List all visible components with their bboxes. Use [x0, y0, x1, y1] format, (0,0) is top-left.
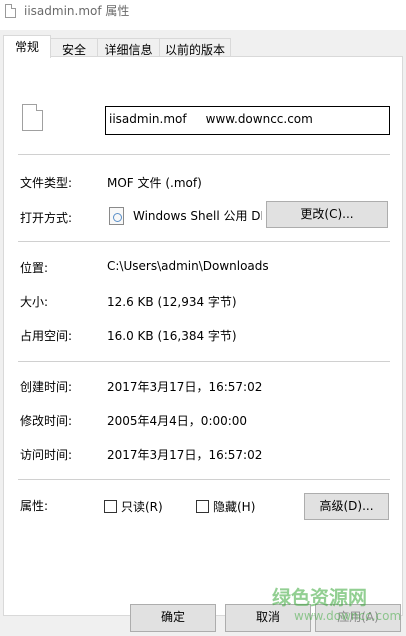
- hidden-label[interactable]: 隐藏(H): [213, 498, 255, 515]
- created-value: 2017年3月17日，16:57:02: [107, 380, 263, 394]
- app-icon: [109, 207, 124, 225]
- readonly-checkbox[interactable]: [104, 500, 117, 513]
- separator: [18, 154, 390, 155]
- size-on-disk-label: 占用空间:: [20, 329, 73, 343]
- general-panel: iisadmin.mof www.downcc.com 文件类型: MOF 文件…: [3, 56, 403, 616]
- file-icon: [5, 4, 16, 18]
- advanced-button[interactable]: 高级(D)...: [304, 493, 389, 520]
- file-name-field[interactable]: iisadmin.mof www.downcc.com: [105, 106, 390, 135]
- location-label: 位置:: [20, 261, 49, 275]
- readonly-label[interactable]: 只读(R): [121, 498, 163, 515]
- opens-with-label: 打开方式:: [20, 211, 73, 225]
- change-button[interactable]: 更改(C)...: [266, 201, 388, 228]
- accessed-label: 访问时间:: [20, 448, 73, 462]
- accessed-value: 2017年3月17日，16:57:02: [107, 448, 263, 462]
- tab-details[interactable]: 详细信息: [97, 38, 160, 57]
- modified-label: 修改时间:: [20, 414, 73, 428]
- size-on-disk-value: 16.0 KB (16,384 字节): [107, 329, 237, 343]
- created-label: 创建时间:: [20, 380, 73, 394]
- watermark-url: www.downcc.com: [294, 609, 402, 623]
- separator: [18, 479, 390, 480]
- dialog-body: 常规 安全 详细信息 以前的版本 iisadmin.mof www.downcc…: [0, 30, 406, 636]
- document-icon: [22, 104, 43, 131]
- title-bar: iisadmin.mof 属性: [0, 0, 406, 30]
- file-type-value: MOF 文件 (.mof): [107, 176, 202, 190]
- opens-with-value: Windows Shell 公用 DLL: [133, 209, 262, 223]
- attributes-label: 属性:: [20, 499, 49, 513]
- location-value: C:\Users\admin\Downloads: [107, 259, 269, 273]
- size-label: 大小:: [20, 295, 49, 309]
- tab-security[interactable]: 安全: [50, 38, 98, 57]
- size-value: 12.6 KB (12,934 字节): [107, 295, 237, 309]
- hidden-checkbox[interactable]: [196, 500, 209, 513]
- separator: [18, 241, 390, 242]
- watermark-text: 绿色资源网: [272, 587, 368, 609]
- tab-previous-versions[interactable]: 以前的版本: [159, 38, 231, 57]
- modified-value: 2005年4月4日，0:00:00: [107, 414, 248, 428]
- ok-button[interactable]: 确定: [130, 604, 216, 632]
- window-title: iisadmin.mof 属性: [24, 4, 130, 18]
- separator: [18, 361, 390, 362]
- tab-general[interactable]: 常规: [3, 35, 51, 58]
- file-type-label: 文件类型:: [20, 176, 73, 190]
